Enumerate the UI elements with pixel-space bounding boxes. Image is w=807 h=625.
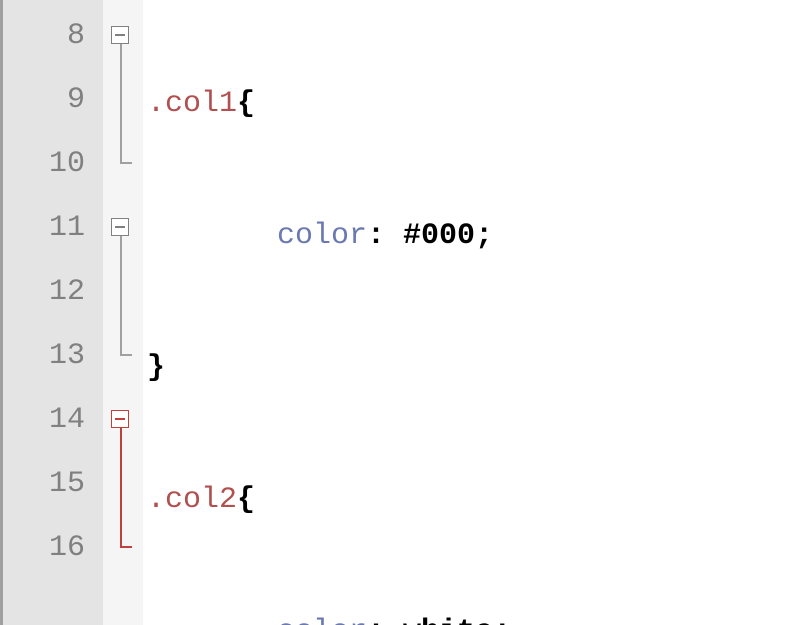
fold-end-icon xyxy=(120,354,132,356)
brace-close: } xyxy=(147,351,165,385)
semicolon: ; xyxy=(493,615,511,625)
brace-open: { xyxy=(237,87,255,121)
css-value: #000 xyxy=(385,219,475,253)
colon: : xyxy=(367,219,385,253)
fold-end-icon xyxy=(120,546,132,548)
colon: : xyxy=(367,615,385,625)
semicolon: ; xyxy=(475,219,493,253)
line-number[interactable]: 12 xyxy=(3,260,103,324)
fold-gutter xyxy=(103,0,143,625)
fold-toggle-icon[interactable] xyxy=(111,218,129,236)
code-line[interactable]: } xyxy=(143,336,807,400)
css-value: white xyxy=(385,615,493,625)
code-line[interactable]: .col1{ xyxy=(143,72,807,136)
code-line[interactable]: color: white; xyxy=(143,600,807,625)
fold-guide-line xyxy=(120,236,122,356)
line-number-gutter: 8 9 10 11 12 13 14 15 16 xyxy=(3,0,103,625)
css-selector: .col1 xyxy=(147,87,237,121)
fold-guide-line xyxy=(120,428,122,548)
css-property: color xyxy=(277,615,367,625)
fold-guide-line xyxy=(120,44,122,164)
line-number[interactable]: 9 xyxy=(3,68,103,132)
line-number[interactable]: 10 xyxy=(3,132,103,196)
css-property: color xyxy=(277,219,367,253)
line-number[interactable]: 13 xyxy=(3,324,103,388)
line-number[interactable]: 14 xyxy=(3,388,103,452)
fold-end-icon xyxy=(120,162,132,164)
code-area[interactable]: .col1{ color: #000; } .col2{ color: whit… xyxy=(143,0,807,625)
css-selector: .col2 xyxy=(147,483,237,517)
code-line[interactable]: .col2{ xyxy=(143,468,807,532)
fold-toggle-icon[interactable] xyxy=(111,410,129,428)
code-editor: 8 9 10 11 12 13 14 15 16 .col1{ color: #… xyxy=(0,0,807,625)
line-number[interactable]: 8 xyxy=(3,4,103,68)
fold-toggle-icon[interactable] xyxy=(111,26,129,44)
code-line[interactable]: color: #000; xyxy=(143,204,807,268)
line-number[interactable]: 16 xyxy=(3,516,103,580)
line-number[interactable]: 15 xyxy=(3,452,103,516)
brace-open: { xyxy=(237,483,255,517)
line-number[interactable]: 11 xyxy=(3,196,103,260)
